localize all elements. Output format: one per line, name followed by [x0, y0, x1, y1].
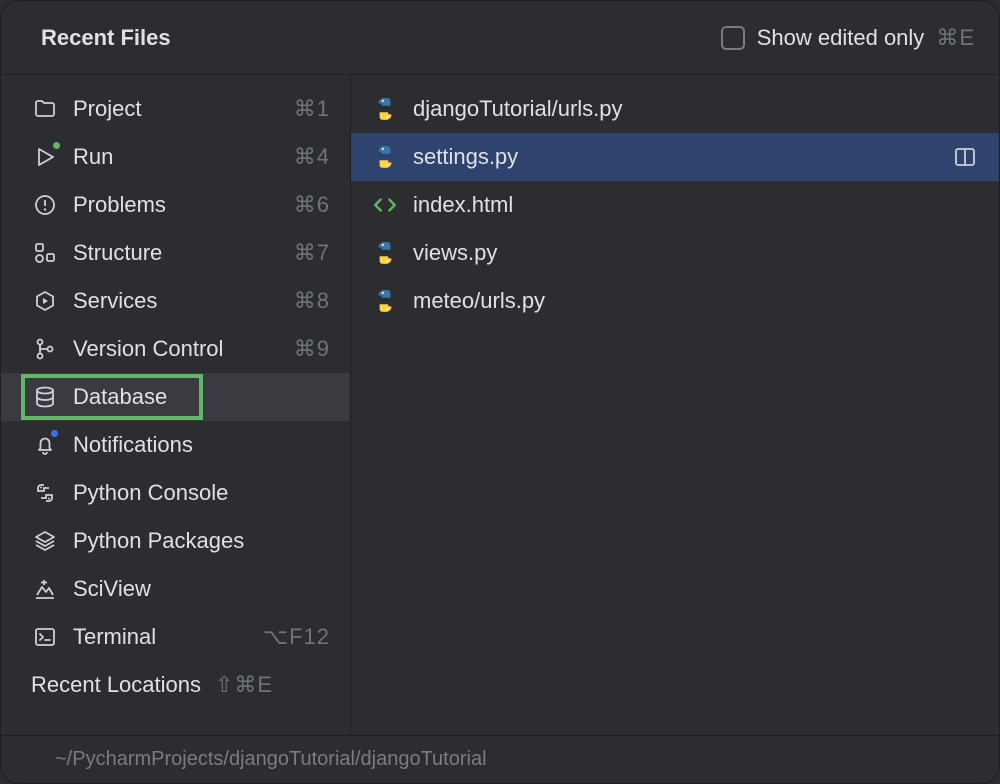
sidebar-item-structure[interactable]: Structure ⌘7	[1, 229, 350, 277]
dialog-footer: ~/PycharmProjects/djangoTutorial/djangoT…	[1, 735, 999, 783]
sidebar-item-terminal[interactable]: Terminal ⌥F12	[1, 613, 350, 661]
dialog-title: Recent Files	[41, 25, 171, 51]
terminal-icon	[31, 623, 59, 651]
sidebar-item-python-packages[interactable]: Python Packages	[1, 517, 350, 565]
sidebar-item-label: Problems	[73, 192, 280, 218]
sidebar-item-run[interactable]: Run ⌘4	[1, 133, 350, 181]
file-item-label: views.py	[413, 240, 979, 266]
sidebar-item-project[interactable]: Project ⌘1	[1, 85, 350, 133]
sidebar-item-python-console[interactable]: Python Console	[1, 469, 350, 517]
sidebar-item-label: Services	[73, 288, 280, 314]
recent-locations[interactable]: Recent Locations ⇧⌘E	[1, 661, 350, 709]
python-file-icon	[371, 287, 399, 315]
services-icon	[31, 287, 59, 315]
header-controls: Show edited only ⌘E	[721, 25, 975, 51]
recent-locations-label: Recent Locations	[31, 672, 201, 698]
sidebar-item-label: Terminal	[73, 624, 249, 650]
sidebar-item-shortcut: ⌘1	[294, 96, 330, 122]
sidebar-item-version-control[interactable]: Version Control ⌘9	[1, 325, 350, 373]
file-item[interactable]: views.py	[351, 229, 999, 277]
file-item-label: meteo/urls.py	[413, 288, 979, 314]
recent-files-list: djangoTutorial/urls.py settings.py index.h…	[351, 75, 999, 735]
split-right-icon[interactable]	[951, 143, 979, 171]
sidebar-item-label: Python Packages	[73, 528, 330, 554]
sidebar-item-shortcut: ⌥F12	[263, 624, 330, 650]
sidebar-item-database[interactable]: Database	[1, 373, 350, 421]
folder-icon	[31, 95, 59, 123]
database-icon	[31, 383, 59, 411]
sidebar-item-shortcut: ⌘8	[294, 288, 330, 314]
sidebar-item-problems[interactable]: Problems ⌘6	[1, 181, 350, 229]
vcs-icon	[31, 335, 59, 363]
sidebar-item-label: Structure	[73, 240, 280, 266]
file-item-label: djangoTutorial/urls.py	[413, 96, 979, 122]
run-icon	[31, 143, 59, 171]
show-edited-label[interactable]: Show edited only	[757, 25, 925, 51]
sidebar-item-label: Python Console	[73, 480, 330, 506]
recent-locations-shortcut: ⇧⌘E	[215, 672, 273, 698]
sidebar-item-label: Version Control	[73, 336, 280, 362]
tool-window-sidebar: Project ⌘1 Run ⌘4 Problems ⌘6 Structure ⌘7 Servi…	[1, 75, 351, 735]
sidebar-item-shortcut: ⌘7	[294, 240, 330, 266]
python-file-icon	[371, 239, 399, 267]
sidebar-item-label: Notifications	[73, 432, 330, 458]
structure-icon	[31, 239, 59, 267]
problems-icon	[31, 191, 59, 219]
sidebar-item-shortcut: ⌘6	[294, 192, 330, 218]
file-item-label: index.html	[413, 192, 979, 218]
html-file-icon	[371, 191, 399, 219]
dialog-body: Project ⌘1 Run ⌘4 Problems ⌘6 Structure ⌘7 Servi…	[1, 75, 999, 735]
packages-icon	[31, 527, 59, 555]
show-edited-shortcut: ⌘E	[936, 25, 975, 51]
python-console-icon	[31, 479, 59, 507]
bell-icon	[31, 431, 59, 459]
dialog-header: Recent Files Show edited only ⌘E	[1, 1, 999, 75]
sciview-icon	[31, 575, 59, 603]
sidebar-item-label: SciView	[73, 576, 330, 602]
python-file-icon	[371, 95, 399, 123]
sidebar-item-shortcut: ⌘4	[294, 144, 330, 170]
sidebar-item-label: Run	[73, 144, 280, 170]
show-edited-checkbox[interactable]	[721, 26, 745, 50]
file-item-label: settings.py	[413, 144, 937, 170]
file-path: ~/PycharmProjects/djangoTutorial/djangoT…	[55, 748, 487, 771]
python-file-icon	[371, 143, 399, 171]
file-item[interactable]: settings.py	[351, 133, 999, 181]
sidebar-item-sciview[interactable]: SciView	[1, 565, 350, 613]
file-item[interactable]: djangoTutorial/urls.py	[351, 85, 999, 133]
file-item[interactable]: meteo/urls.py	[351, 277, 999, 325]
file-item[interactable]: index.html	[351, 181, 999, 229]
sidebar-item-label: Database	[73, 384, 330, 410]
sidebar-item-services[interactable]: Services ⌘8	[1, 277, 350, 325]
sidebar-item-label: Project	[73, 96, 280, 122]
sidebar-item-notifications[interactable]: Notifications	[1, 421, 350, 469]
sidebar-item-shortcut: ⌘9	[294, 336, 330, 362]
recent-files-dialog: Recent Files Show edited only ⌘E Project…	[0, 0, 1000, 784]
